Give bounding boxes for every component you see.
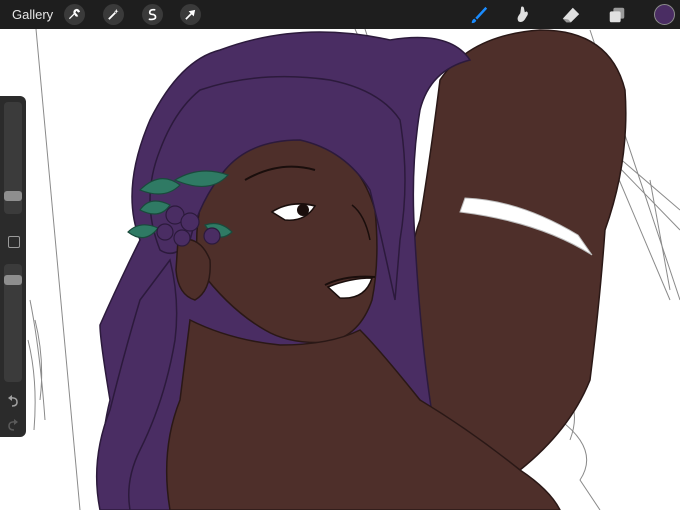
- selection-icon[interactable]: [142, 4, 163, 25]
- brush-size-thumb[interactable]: [4, 190, 22, 201]
- redo-icon[interactable]: [6, 418, 20, 432]
- transform-arrow-icon[interactable]: [180, 4, 201, 25]
- eraser-icon[interactable]: [560, 4, 582, 26]
- smudge-icon[interactable]: [512, 4, 534, 26]
- modify-button[interactable]: [8, 236, 20, 248]
- undo-icon[interactable]: [6, 394, 20, 408]
- left-sidebar: [0, 96, 26, 437]
- drawing-canvas[interactable]: [0, 29, 680, 510]
- magic-wand-icon[interactable]: [103, 4, 124, 25]
- gallery-button[interactable]: Gallery: [12, 7, 53, 22]
- opacity-thumb[interactable]: [4, 274, 22, 285]
- wrench-icon[interactable]: [64, 4, 85, 25]
- color-swatch[interactable]: [654, 4, 675, 25]
- layers-icon[interactable]: [606, 4, 628, 26]
- pupil: [297, 204, 309, 216]
- brush-icon[interactable]: [468, 4, 490, 26]
- top-toolbar: Gallery: [0, 0, 680, 29]
